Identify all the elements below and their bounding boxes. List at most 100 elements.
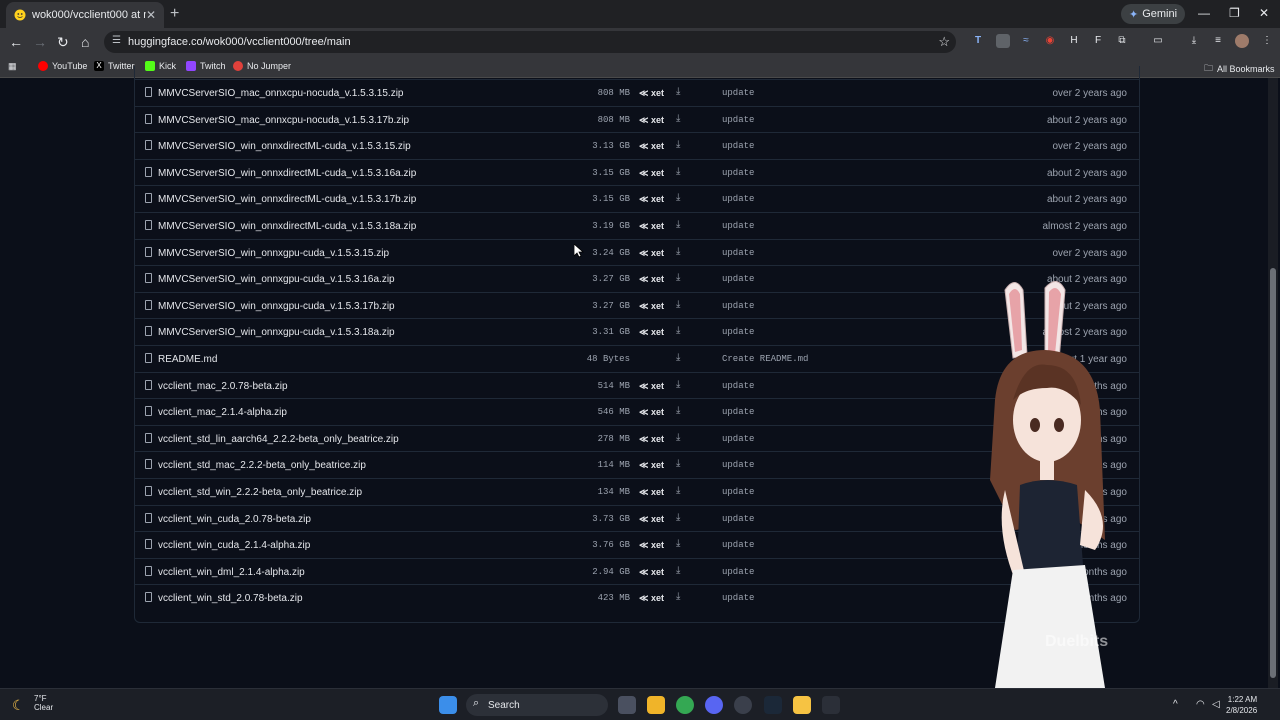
download-file-icon[interactable]: ⤓ bbox=[676, 86, 680, 97]
download-file-icon[interactable]: ⤓ bbox=[676, 139, 680, 150]
restore-icon[interactable]: ❐ bbox=[1229, 6, 1240, 20]
file-name-link[interactable]: MMVCServerSIO_win_onnxgpu-cuda_v.1.5.3.1… bbox=[158, 327, 395, 338]
extension-tv-icon[interactable]: T bbox=[971, 34, 985, 48]
extension-f-icon[interactable]: F bbox=[1091, 34, 1105, 48]
commit-message-link[interactable]: update bbox=[722, 593, 754, 603]
download-file-icon[interactable]: ⤓ bbox=[676, 246, 680, 257]
download-file-icon[interactable]: ⤓ bbox=[676, 272, 680, 283]
browser-tab[interactable]: wok000/vcclient000 at main ✕ bbox=[6, 2, 164, 28]
gemini-button[interactable]: ✦ Gemini bbox=[1121, 4, 1186, 24]
file-name-link[interactable]: MMVCServerSIO_win_onnxdirectML-cuda_v.1.… bbox=[158, 194, 416, 205]
commit-message-link[interactable]: update bbox=[722, 168, 754, 178]
task-view-icon[interactable] bbox=[618, 696, 636, 714]
forward-icon[interactable]: → bbox=[33, 34, 47, 50]
profile-avatar-icon[interactable] bbox=[1235, 34, 1249, 48]
file-row[interactable]: MMVCServerSIO_win_onnxdirectML-cuda_v.1.… bbox=[135, 132, 1139, 159]
close-tab-icon[interactable]: ✕ bbox=[146, 8, 156, 22]
file-name-link[interactable]: MMVCServerSIO_mac_onnxcpu-nocuda_v.1.5.3… bbox=[158, 115, 409, 126]
close-window-icon[interactable]: ✕ bbox=[1259, 6, 1269, 20]
commit-message-link[interactable]: update bbox=[722, 115, 754, 125]
download-file-icon[interactable]: ⤓ bbox=[676, 352, 680, 363]
commit-message-link[interactable]: update bbox=[722, 567, 754, 577]
file-name-link[interactable]: MMVCServerSIO_win_onnxgpu-cuda_v.1.5.3.1… bbox=[158, 301, 395, 312]
clock[interactable]: 1:22 AM 2/8/2026 bbox=[1226, 694, 1257, 716]
file-row[interactable]: MMVCServerSIO_win_onnxdirectML-cuda_v.1.… bbox=[135, 158, 1139, 186]
file-name-link[interactable]: vcclient_std_lin_aarch64_2.2.2-beta_only… bbox=[158, 434, 399, 445]
site-info-icon[interactable]: ☰ bbox=[112, 35, 121, 46]
address-bar[interactable]: ☰ huggingface.co/wok000/vcclient000/tree… bbox=[104, 31, 956, 53]
file-row[interactable]: MMVCServerSIO_win_onnxgpu-cuda_v.1.5.3.1… bbox=[135, 238, 1139, 266]
download-icon[interactable]: ⤓ bbox=[1187, 34, 1201, 48]
steam-icon[interactable] bbox=[764, 696, 782, 714]
file-name-link[interactable]: MMVCServerSIO_win_onnxgpu-cuda_v.1.5.3.1… bbox=[158, 248, 389, 259]
back-icon[interactable]: ← bbox=[9, 34, 23, 50]
tray-chevron-icon[interactable]: ^ bbox=[1173, 699, 1178, 710]
file-name-link[interactable]: MMVCServerSIO_win_onnxgpu-cuda_v.1.5.3.1… bbox=[158, 274, 395, 285]
commit-message-link[interactable]: update bbox=[722, 327, 754, 337]
download-file-icon[interactable]: ⤓ bbox=[676, 405, 680, 416]
commit-message-link[interactable]: update bbox=[722, 301, 754, 311]
file-name-link[interactable]: vcclient_win_std_2.0.78-beta.zip bbox=[158, 593, 303, 604]
download-file-icon[interactable]: ⤓ bbox=[676, 325, 680, 336]
download-file-icon[interactable]: ⤓ bbox=[676, 458, 680, 469]
commit-message-link[interactable]: update bbox=[722, 141, 754, 151]
all-bookmarks[interactable]: 🗀 All Bookmarks bbox=[1204, 61, 1275, 77]
home-icon[interactable]: ⌂ bbox=[81, 34, 89, 50]
scrollbar[interactable] bbox=[1268, 78, 1278, 688]
extension-tab-icon[interactable] bbox=[996, 34, 1010, 48]
download-file-icon[interactable]: ⤓ bbox=[676, 591, 680, 602]
apps-grid-icon[interactable]: ▦ bbox=[8, 61, 17, 72]
file-row[interactable]: MMVCServerSIO_mac_onnxcpu-nocuda_v.1.5.3… bbox=[135, 79, 1139, 106]
volume-icon[interactable]: ◁ bbox=[1212, 699, 1220, 710]
split-view-icon[interactable]: ▭ bbox=[1151, 34, 1165, 48]
file-name-link[interactable]: README.md bbox=[158, 354, 217, 365]
app-icon[interactable] bbox=[793, 696, 811, 714]
file-name-link[interactable]: MMVCServerSIO_win_onnxdirectML-cuda_v.1.… bbox=[158, 141, 411, 152]
reload-icon[interactable]: ↻ bbox=[57, 34, 69, 51]
commit-message-link[interactable]: update bbox=[722, 274, 754, 284]
commit-message-link[interactable]: update bbox=[722, 221, 754, 231]
commit-message-link[interactable]: update bbox=[722, 460, 754, 470]
download-file-icon[interactable]: ⤓ bbox=[676, 113, 680, 124]
extensions-puzzle-icon[interactable]: ⧉ bbox=[1115, 34, 1129, 48]
file-row[interactable]: MMVCServerSIO_win_onnxdirectML-cuda_v.1.… bbox=[135, 185, 1139, 212]
file-name-link[interactable]: MMVCServerSIO_mac_onnxcpu-nocuda_v.1.5.3… bbox=[158, 88, 404, 99]
file-name-link[interactable]: vcclient_mac_2.1.4-alpha.zip bbox=[158, 407, 287, 418]
download-file-icon[interactable]: ⤓ bbox=[676, 299, 680, 310]
download-file-icon[interactable]: ⤓ bbox=[676, 538, 680, 549]
extension-translate-icon[interactable]: ≈ bbox=[1019, 34, 1033, 48]
commit-message-link[interactable]: Create README.md bbox=[722, 354, 808, 364]
commit-message-link[interactable]: update bbox=[722, 434, 754, 444]
capcut-icon[interactable] bbox=[822, 696, 840, 714]
minimize-icon[interactable]: — bbox=[1198, 6, 1210, 20]
commit-message-link[interactable]: update bbox=[722, 381, 754, 391]
file-name-link[interactable]: vcclient_win_dml_2.1.4-alpha.zip bbox=[158, 567, 305, 578]
wifi-icon[interactable]: ◠ bbox=[1196, 699, 1205, 710]
bookmark-star-icon[interactable]: ☆ bbox=[938, 34, 950, 50]
download-file-icon[interactable]: ⤓ bbox=[676, 485, 680, 496]
file-name-link[interactable]: vcclient_mac_2.0.78-beta.zip bbox=[158, 381, 288, 392]
file-name-link[interactable]: vcclient_win_cuda_2.0.78-beta.zip bbox=[158, 514, 311, 525]
extension-h-icon[interactable]: H bbox=[1067, 34, 1081, 48]
file-name-link[interactable]: MMVCServerSIO_win_onnxdirectML-cuda_v.1.… bbox=[158, 168, 416, 179]
commit-message-link[interactable]: update bbox=[722, 487, 754, 497]
commit-message-link[interactable]: update bbox=[722, 88, 754, 98]
media-icon[interactable]: ≡ bbox=[1211, 34, 1225, 48]
download-file-icon[interactable]: ⤓ bbox=[676, 379, 680, 390]
file-name-link[interactable]: MMVCServerSIO_win_onnxdirectML-cuda_v.1.… bbox=[158, 221, 416, 232]
file-name-link[interactable]: vcclient_std_mac_2.2.2-beta_only_beatric… bbox=[158, 460, 366, 471]
download-file-icon[interactable]: ⤓ bbox=[676, 166, 680, 177]
download-file-icon[interactable]: ⤓ bbox=[676, 512, 680, 523]
obs-icon[interactable] bbox=[734, 696, 752, 714]
download-file-icon[interactable]: ⤓ bbox=[676, 432, 680, 443]
menu-kebab-icon[interactable]: ⋮ bbox=[1260, 34, 1274, 48]
bookmark-youtube[interactable]: YouTube bbox=[38, 61, 87, 71]
commit-message-link[interactable]: update bbox=[722, 514, 754, 524]
download-file-icon[interactable]: ⤓ bbox=[676, 219, 680, 230]
start-windows-icon[interactable] bbox=[439, 696, 457, 714]
commit-message-link[interactable]: update bbox=[722, 540, 754, 550]
file-explorer-icon[interactable] bbox=[647, 696, 665, 714]
discord-icon[interactable] bbox=[705, 696, 723, 714]
download-file-icon[interactable]: ⤓ bbox=[676, 565, 680, 576]
file-name-link[interactable]: vcclient_win_cuda_2.1.4-alpha.zip bbox=[158, 540, 310, 551]
